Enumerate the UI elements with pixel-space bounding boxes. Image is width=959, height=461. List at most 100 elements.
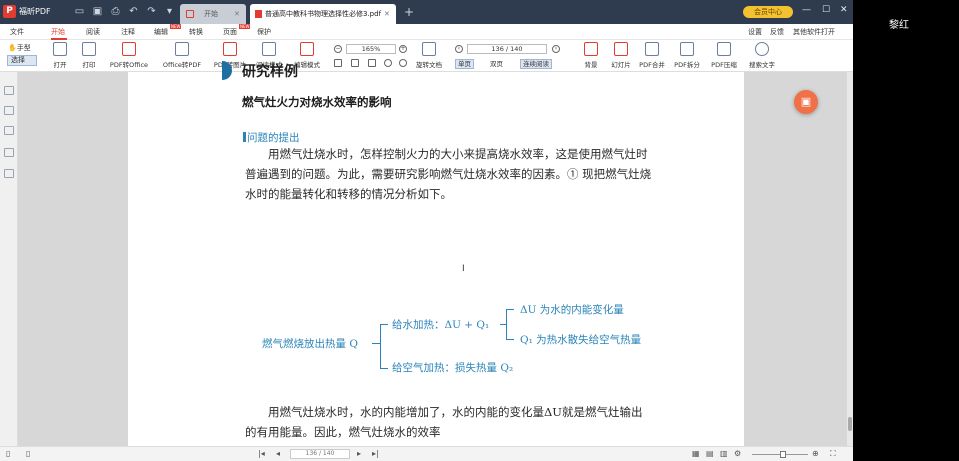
last-page-icon[interactable]: ▸| bbox=[372, 449, 379, 458]
new-tab-button[interactable]: + bbox=[404, 5, 414, 19]
hand-tool[interactable]: ✋手型 bbox=[8, 43, 31, 53]
zoom-slider-handle[interactable] bbox=[780, 451, 786, 458]
prev-page-icon[interactable]: ◂ bbox=[276, 449, 280, 458]
rotate-left-icon[interactable] bbox=[384, 59, 392, 67]
new-badge: NEW bbox=[170, 24, 182, 29]
background-button[interactable]: 背景 bbox=[579, 42, 603, 69]
undo-icon[interactable]: ↶ bbox=[128, 6, 139, 17]
menu-page[interactable]: 页面 bbox=[223, 27, 237, 37]
menu-annotate[interactable]: 注释 bbox=[121, 27, 135, 37]
zoom-input[interactable]: 165% bbox=[346, 44, 396, 54]
open-with-other-link[interactable]: 其他软件打开 bbox=[793, 27, 835, 37]
slideshow-button[interactable]: 幻灯片 bbox=[608, 42, 634, 69]
rotate-right-icon[interactable] bbox=[399, 59, 407, 67]
pdf-merge-button[interactable]: PDF合并 bbox=[638, 42, 666, 69]
zoom-in-icon[interactable]: + bbox=[399, 45, 407, 53]
office-to-pdf-label: Office转PDF bbox=[162, 61, 202, 69]
search-text-button[interactable]: 搜索文字 bbox=[747, 42, 777, 69]
pdf-merge-label: PDF合并 bbox=[639, 61, 665, 69]
print-icon bbox=[82, 42, 96, 56]
paragraph-2: 用燃气灶烧水时，水的内能增加了，水的内能的变化量ΔU就是燃气灶输出的有用能量。因… bbox=[245, 405, 643, 439]
layer-icon[interactable] bbox=[4, 169, 14, 178]
rotate-document-button[interactable]: 旋转文档 bbox=[414, 42, 444, 69]
redo-icon[interactable]: ↷ bbox=[146, 6, 157, 17]
status-page-input[interactable]: 136 / 140 bbox=[290, 449, 350, 459]
bookmark-icon[interactable] bbox=[4, 106, 14, 115]
save-icon[interactable]: ▣ bbox=[92, 6, 103, 17]
article-title: 燃气灶火力对烧水效率的影响 bbox=[242, 95, 392, 109]
pdf-merge-icon bbox=[645, 42, 659, 56]
pdf-to-office-button[interactable]: PDF转Office bbox=[106, 42, 152, 69]
pdf-compress-button[interactable]: PDF压缩 bbox=[710, 42, 738, 69]
next-page-icon[interactable]: ▸ bbox=[357, 449, 361, 458]
sidebar-toggle-icon[interactable]: ▯ bbox=[6, 449, 10, 458]
pdf-app-window: P 福昕PDF ▭ ▣ ⎙ ↶ ↷ ▾ 开始 ✕ 普通高中教科书物理选择性必修3… bbox=[0, 0, 853, 461]
close-icon[interactable]: ✕ bbox=[384, 4, 390, 24]
pdf-to-image-icon bbox=[223, 42, 237, 56]
document-viewer[interactable] bbox=[18, 72, 847, 446]
fullscreen-icon[interactable]: ⛶ bbox=[830, 449, 836, 459]
maximize-icon[interactable]: ☐ bbox=[822, 5, 830, 15]
vip-center-button[interactable]: 会员中心 bbox=[743, 6, 793, 18]
app-logo-icon: P bbox=[3, 5, 16, 18]
zoom-out-icon[interactable]: − bbox=[334, 45, 342, 53]
tab-start[interactable]: 开始 ✕ bbox=[180, 4, 246, 24]
double-page-button[interactable]: 双页 bbox=[488, 59, 505, 69]
page-number-input[interactable]: 136 / 140 bbox=[467, 44, 547, 54]
open-icon bbox=[53, 42, 67, 56]
office-to-pdf-button[interactable]: Office转PDF bbox=[158, 42, 206, 69]
rotate-document-icon bbox=[422, 42, 436, 56]
menu-protect[interactable]: 保护 bbox=[257, 27, 271, 37]
status-bar: ▯ ▯ |◂ ◂ 136 / 140 ▸ ▸| ▦ ▤ ▥ ⚙ ⊕ ⛶ bbox=[0, 446, 853, 461]
feedback-link[interactable]: 反馈 bbox=[770, 27, 784, 37]
tab-document[interactable]: 普通高中教科书物理选择性必修3.pdf ✕ bbox=[250, 4, 396, 24]
annotation-icon[interactable] bbox=[4, 126, 14, 135]
print-icon[interactable]: ⎙ bbox=[110, 6, 121, 17]
pdf-to-office-label: PDF转Office bbox=[109, 61, 149, 69]
open-button[interactable]: 打开 bbox=[50, 42, 70, 69]
scrollbar-thumb[interactable] bbox=[848, 417, 852, 431]
prev-page-icon[interactable]: ‹ bbox=[455, 45, 463, 53]
menu-start[interactable]: 开始 bbox=[51, 27, 65, 37]
actual-size-icon[interactable] bbox=[368, 59, 376, 67]
bracket-line bbox=[506, 309, 507, 339]
page-icon[interactable]: ▯ bbox=[26, 449, 30, 458]
edit-mode-icon bbox=[300, 42, 314, 56]
settings-icon[interactable]: ⚙ bbox=[734, 449, 741, 458]
fit-width-icon[interactable] bbox=[351, 59, 359, 67]
text-cursor-icon: I bbox=[462, 264, 465, 274]
continuous-read-label: 连续阅读 bbox=[523, 60, 549, 68]
folder-icon[interactable]: ▭ bbox=[74, 6, 85, 17]
menu-file[interactable]: 文件 bbox=[10, 27, 24, 37]
view-mode-icon[interactable]: ▦ bbox=[692, 449, 700, 458]
menu-convert[interactable]: 转换 bbox=[189, 27, 203, 37]
pdf-page bbox=[128, 72, 744, 446]
view-mode-icon[interactable]: ▥ bbox=[720, 449, 728, 458]
close-window-icon[interactable]: ✕ bbox=[840, 5, 848, 15]
menu-bar: 文件 开始 阅读 注释 编辑 NEW 转换 页面 NEW 保护 设置 反馈 其他… bbox=[0, 24, 853, 40]
select-tool[interactable]: 选择 bbox=[7, 55, 37, 66]
print-button[interactable]: 打印 bbox=[78, 42, 100, 69]
settings-link[interactable]: 设置 bbox=[748, 27, 762, 37]
pdf-to-office-icon bbox=[122, 42, 136, 56]
zoom-in-icon[interactable]: ⊕ bbox=[812, 449, 819, 458]
single-page-button[interactable]: 单页 bbox=[455, 59, 474, 69]
continuous-read-button[interactable]: 连续阅读 bbox=[520, 59, 552, 69]
floating-tool-icon[interactable]: ▣ bbox=[794, 90, 818, 114]
first-page-icon[interactable]: |◂ bbox=[258, 449, 265, 458]
view-mode-icon[interactable]: ▤ bbox=[706, 449, 714, 458]
dropdown-icon[interactable]: ▾ bbox=[164, 6, 175, 17]
background-label: 背景 bbox=[584, 61, 598, 69]
fit-page-icon[interactable] bbox=[334, 59, 342, 67]
minimize-icon[interactable]: — bbox=[802, 5, 811, 15]
close-icon[interactable]: ✕ bbox=[234, 4, 240, 24]
paragraph-1: 用燃气灶烧水时，怎样控制火力的大小来提高烧水效率，这是使用燃气灶时普遍遇到的问题… bbox=[245, 147, 652, 201]
select-label: 选择 bbox=[11, 56, 25, 64]
menu-read[interactable]: 阅读 bbox=[86, 27, 100, 37]
attachment-icon[interactable] bbox=[4, 148, 14, 157]
pdf-split-button[interactable]: PDF拆分 bbox=[673, 42, 701, 69]
next-page-icon[interactable]: › bbox=[552, 45, 560, 53]
thumbnail-icon[interactable] bbox=[4, 86, 14, 95]
menu-edit[interactable]: 编辑 bbox=[154, 27, 168, 37]
left-sidebar bbox=[0, 72, 18, 446]
